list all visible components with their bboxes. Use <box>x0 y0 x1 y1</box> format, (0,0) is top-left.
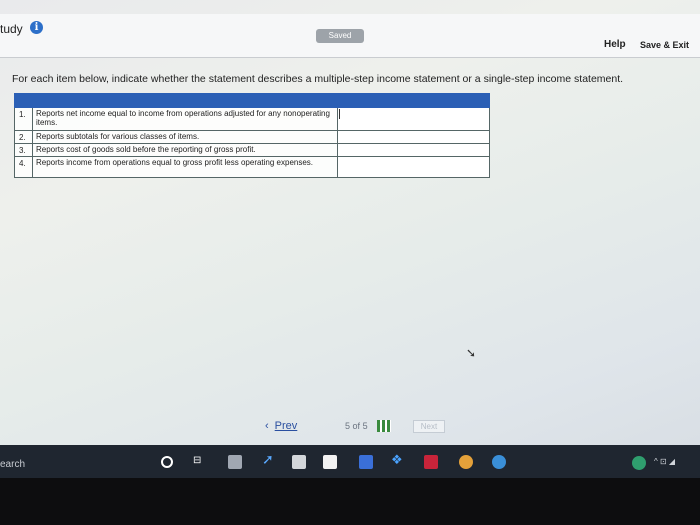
task-view-icon[interactable]: ⊟ <box>193 455 207 469</box>
top-bar: tudy i Saved Help Save & Exit <box>0 14 700 58</box>
cortana-icon[interactable] <box>161 456 173 468</box>
next-button[interactable]: Next <box>413 420 445 433</box>
instructions: For each item below, indicate whether th… <box>12 73 624 85</box>
chevron-left-icon: ‹ <box>265 420 269 432</box>
taskbar-app-icon[interactable]: ➚ <box>262 451 276 467</box>
page-indicator: 5 of 5 <box>345 421 368 431</box>
answer-dropdown[interactable] <box>337 107 490 131</box>
statement-text: Reports cost of goods sold before the re… <box>31 143 339 157</box>
prev-button[interactable]: ‹ Prev <box>265 420 297 432</box>
answer-dropdown[interactable] <box>337 130 490 144</box>
search-box[interactable]: earch <box>0 459 25 470</box>
statement-text: Reports net income equal to income from … <box>31 107 339 131</box>
of-label: of <box>352 421 361 431</box>
grid-icon[interactable] <box>377 420 391 432</box>
tray-app-icon[interactable] <box>632 456 646 470</box>
table-row: 2. Reports subtotals for various classes… <box>14 130 490 144</box>
system-tray-icons[interactable]: ^ ⊡ ◢ <box>654 457 675 466</box>
netflix-icon[interactable] <box>424 455 438 469</box>
text-caret-icon <box>339 109 341 119</box>
screen: tudy i Saved Help Save & Exit For each i… <box>0 0 700 478</box>
row-number: 2. <box>14 130 33 144</box>
answer-dropdown[interactable] <box>337 143 490 157</box>
row-number: 4. <box>14 156 33 178</box>
word-icon[interactable] <box>359 455 373 469</box>
taskbar-app-icon[interactable] <box>228 455 242 469</box>
chrome-icon[interactable] <box>459 455 473 469</box>
answer-dropdown[interactable] <box>337 156 490 178</box>
taskbar: earch ⊟ ➚ ❖ ^ ⊡ ◢ <box>0 445 700 478</box>
question-table: 1. Reports net income equal to income fr… <box>14 93 490 178</box>
help-link[interactable]: Help <box>604 39 626 50</box>
statement-text: Reports subtotals for various classes of… <box>31 130 339 144</box>
app-title: tudy <box>0 22 23 36</box>
table-row: 3. Reports cost of goods sold before the… <box>14 143 490 157</box>
total-pages: 5 <box>362 421 368 431</box>
info-icon[interactable]: i <box>30 21 43 34</box>
row-number: 1. <box>14 107 33 131</box>
table-row: 1. Reports net income equal to income fr… <box>14 107 490 131</box>
browser-icon[interactable] <box>492 455 506 469</box>
store-icon[interactable] <box>292 455 306 469</box>
current-page: 5 <box>345 421 351 431</box>
statement-text: Reports income from operations equal to … <box>31 156 339 178</box>
dropbox-icon[interactable]: ❖ <box>391 452 405 467</box>
mail-icon[interactable] <box>323 455 337 469</box>
prev-label: Prev <box>274 420 298 432</box>
save-exit-link[interactable]: Save & Exit <box>640 40 689 50</box>
row-number: 3. <box>14 143 33 157</box>
table-header <box>14 93 490 108</box>
table-row: 4. Reports income from operations equal … <box>14 156 490 178</box>
cursor-icon: ➘ <box>466 346 477 360</box>
saved-badge: Saved <box>316 29 364 43</box>
